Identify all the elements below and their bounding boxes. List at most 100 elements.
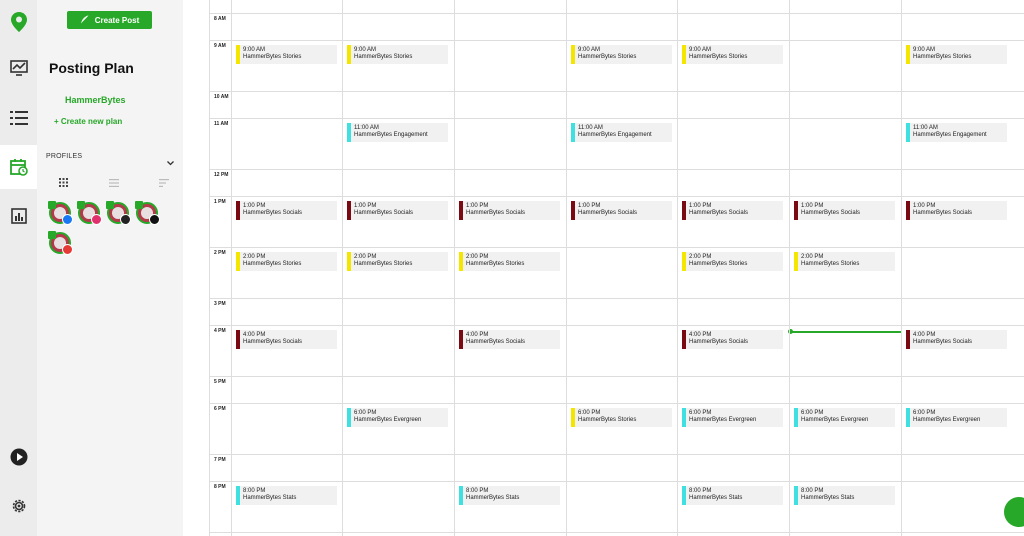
chevron-down-icon[interactable]: [167, 153, 174, 171]
scheduled-post-slot[interactable]: 6:00 PM HammerBytes Evergreen: [347, 408, 448, 427]
scheduled-post-slot[interactable]: 6:00 PM HammerBytes Evergreen: [794, 408, 895, 427]
scheduled-post-slot[interactable]: 6:00 PM HammerBytes Evergreen: [682, 408, 783, 427]
sort-view-icon[interactable]: [159, 174, 169, 192]
scheduled-post-slot[interactable]: 9:00 AM HammerBytes Stories: [682, 45, 783, 64]
play-tutorial-icon[interactable]: [0, 435, 37, 479]
slot-name: HammerBytes Socials: [354, 210, 414, 216]
instagram-icon: [91, 214, 102, 225]
hour-label: 10 AM: [214, 94, 229, 100]
scheduled-post-slot[interactable]: 8:00 PM HammerBytes Stats: [794, 486, 895, 505]
scheduled-post-slot[interactable]: 4:00 PM HammerBytes Socials: [459, 330, 560, 349]
slot-name: HammerBytes Socials: [913, 210, 973, 216]
scheduled-post-slot[interactable]: 1:00 PM HammerBytes Socials: [236, 201, 337, 220]
slot-name: HammerBytes Stories: [243, 54, 302, 60]
day-column-divider: [789, 0, 790, 536]
slot-time: 9:00 AM: [354, 47, 377, 53]
hour-label: 4 PM: [214, 328, 226, 334]
scheduled-post-slot[interactable]: 1:00 PM HammerBytes Socials: [682, 201, 783, 220]
profile-avatar-threads[interactable]: [106, 201, 131, 225]
slot-time: 8:00 PM: [243, 488, 266, 494]
profile-avatar-youtube[interactable]: [48, 231, 73, 255]
profile-avatar-x[interactable]: [135, 201, 160, 225]
profile-avatar-instagram[interactable]: [77, 201, 102, 225]
scheduled-post-slot[interactable]: 4:00 PM HammerBytes Socials: [236, 330, 337, 349]
slot-name: HammerBytes Engagement: [578, 132, 652, 138]
create-post-label: Create Post: [94, 15, 140, 25]
scheduled-post-slot[interactable]: 6:00 PM HammerBytes Stories: [571, 408, 672, 427]
scheduled-post-slot[interactable]: 9:00 AM HammerBytes Stories: [571, 45, 672, 64]
scheduled-post-slot[interactable]: 1:00 PM HammerBytes Socials: [571, 201, 672, 220]
hour-label: 7 PM: [214, 457, 226, 463]
create-post-button[interactable]: Create Post: [67, 11, 152, 29]
slot-time: 1:00 PM: [689, 203, 712, 209]
x-icon: [149, 214, 160, 225]
scheduled-post-slot[interactable]: 2:00 PM HammerBytes Stories: [682, 252, 783, 271]
slot-name: HammerBytes Socials: [466, 210, 526, 216]
slot-time: 8:00 PM: [801, 488, 824, 494]
list-icon[interactable]: [0, 96, 37, 140]
scheduled-post-slot[interactable]: 4:00 PM HammerBytes Socials: [682, 330, 783, 349]
slot-time: 2:00 PM: [354, 254, 377, 260]
hour-label: 5 PM: [214, 379, 226, 385]
slot-name: HammerBytes Stories: [689, 54, 748, 60]
slot-time: 6:00 PM: [801, 410, 824, 416]
logo-pin-icon[interactable]: [0, 0, 37, 44]
current-time-indicator: [790, 331, 901, 333]
scheduled-post-slot[interactable]: 1:00 PM HammerBytes Socials: [459, 201, 560, 220]
hour-row-line: [210, 196, 1024, 197]
scheduled-post-slot[interactable]: 8:00 PM HammerBytes Stats: [236, 486, 337, 505]
scheduled-post-slot[interactable]: 8:00 PM HammerBytes Stats: [682, 486, 783, 505]
slot-name: HammerBytes Stories: [354, 54, 413, 60]
slot-name: HammerBytes Stories: [466, 261, 525, 267]
slot-name: HammerBytes Stories: [578, 54, 637, 60]
slot-time: 4:00 PM: [466, 332, 489, 338]
slot-time: 9:00 AM: [689, 47, 712, 53]
profile-avatar-facebook[interactable]: [48, 201, 73, 225]
plan-item-hammerbytes[interactable]: HammerBytes: [65, 95, 126, 105]
slot-time: 9:00 AM: [578, 47, 601, 53]
create-new-plan-link[interactable]: + Create new plan: [54, 117, 122, 126]
posting-calendar-icon[interactable]: [0, 145, 37, 189]
day-column-divider: [901, 0, 902, 536]
hour-label: 12 PM: [214, 172, 229, 178]
scheduled-post-slot[interactable]: 9:00 AM HammerBytes Stories: [236, 45, 337, 64]
youtube-icon: [62, 244, 73, 255]
scheduled-post-slot[interactable]: 11:00 AM HammerBytes Engagement: [571, 123, 672, 142]
slot-time: 2:00 PM: [243, 254, 266, 260]
grid-view-icon[interactable]: [59, 174, 68, 192]
slot-time: 9:00 AM: [243, 47, 266, 53]
hour-label: 11 AM: [214, 121, 229, 127]
scheduled-post-slot[interactable]: 2:00 PM HammerBytes Stories: [794, 252, 895, 271]
scheduled-post-slot[interactable]: 9:00 AM HammerBytes Stories: [906, 45, 1007, 64]
scheduled-post-slot[interactable]: 2:00 PM HammerBytes Stories: [347, 252, 448, 271]
scheduled-post-slot[interactable]: 1:00 PM HammerBytes Socials: [906, 201, 1007, 220]
scheduled-post-slot[interactable]: 9:00 AM HammerBytes Stories: [347, 45, 448, 64]
scheduled-post-slot[interactable]: 4:00 PM HammerBytes Socials: [906, 330, 1007, 349]
slot-name: HammerBytes Socials: [689, 210, 749, 216]
slot-name: HammerBytes Socials: [243, 339, 303, 345]
slot-time: 1:00 PM: [466, 203, 489, 209]
slot-name: HammerBytes Stats: [466, 495, 520, 501]
slot-name: HammerBytes Stats: [243, 495, 297, 501]
analytics-chart-icon[interactable]: [0, 46, 37, 90]
hour-row-line: [210, 169, 1024, 170]
scheduled-post-slot[interactable]: 1:00 PM HammerBytes Socials: [347, 201, 448, 220]
slot-time: 6:00 PM: [354, 410, 377, 416]
scheduled-post-slot[interactable]: 1:00 PM HammerBytes Socials: [794, 201, 895, 220]
scheduled-post-slot[interactable]: 8:00 PM HammerBytes Stats: [459, 486, 560, 505]
weekly-calendar: 8 AM 9 AM 10 AM 11 AM 12 PM 1 PM 2 PM 3 PM 4 PM 5…: [209, 0, 1024, 536]
slot-time: 2:00 PM: [801, 254, 824, 260]
day-column-divider: [677, 0, 678, 536]
slot-name: HammerBytes Socials: [578, 210, 638, 216]
scheduled-post-slot[interactable]: 2:00 PM HammerBytes Stories: [236, 252, 337, 271]
scheduled-post-slot[interactable]: 6:00 PM HammerBytes Evergreen: [906, 408, 1007, 427]
scheduled-post-slot[interactable]: 11:00 AM HammerBytes Engagement: [347, 123, 448, 142]
scheduled-post-slot[interactable]: 2:00 PM HammerBytes Stories: [459, 252, 560, 271]
posting-plan-panel: Create Post Posting Plan HammerBytes + C…: [37, 0, 183, 536]
day-column-divider: [454, 0, 455, 536]
slot-time: 11:00 AM: [913, 125, 938, 131]
scheduled-post-slot[interactable]: 11:00 AM HammerBytes Engagement: [906, 123, 1007, 142]
list-view-icon[interactable]: [108, 174, 119, 192]
reports-bar-chart-icon[interactable]: [0, 194, 37, 238]
settings-gear-icon[interactable]: [0, 484, 37, 528]
